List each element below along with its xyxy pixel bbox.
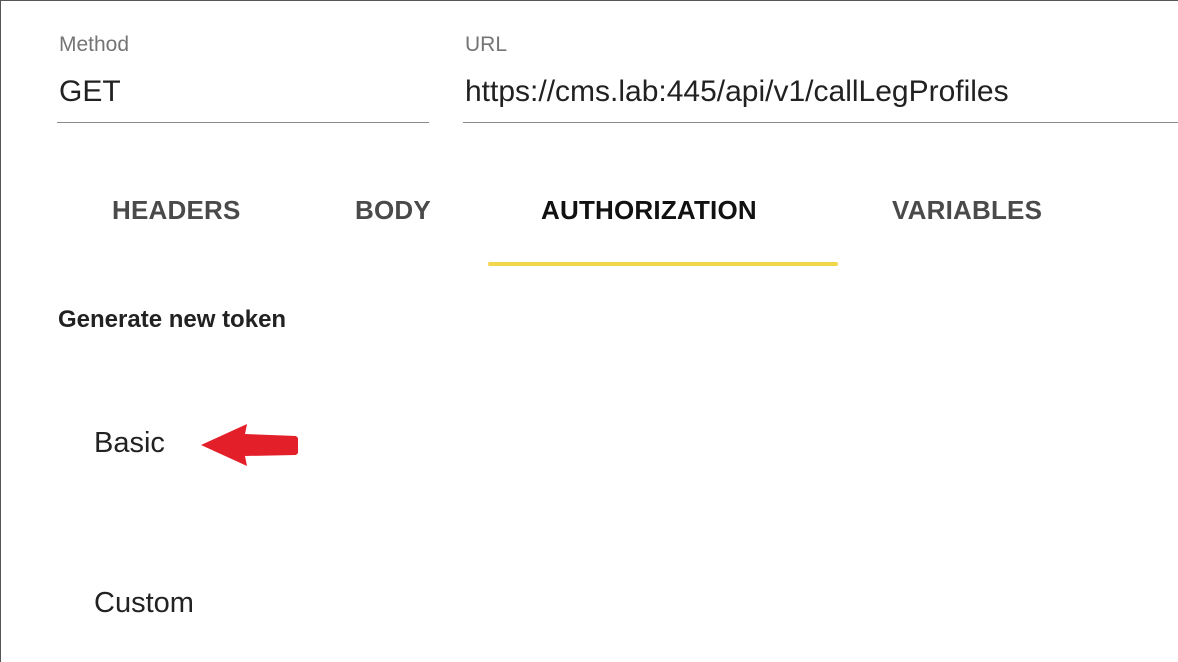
active-tab-indicator: [488, 262, 838, 266]
tab-body[interactable]: BODY: [355, 195, 431, 226]
url-field[interactable]: URL https://cms.lab:445/api/v1/callLegPr…: [463, 31, 1178, 123]
request-tabs: HEADERS BODY AUTHORIZATION VARIABLES: [1, 181, 1178, 271]
token-option-custom[interactable]: Custom: [94, 587, 194, 620]
arrow-shape: [201, 424, 298, 466]
method-value[interactable]: GET: [59, 75, 121, 109]
method-field[interactable]: Method GET: [57, 31, 429, 123]
token-option-basic[interactable]: Basic: [94, 427, 165, 460]
red-arrow-left-icon: [201, 424, 298, 466]
authorization-panel: Method GET URL https://cms.lab:445/api/v…: [0, 0, 1178, 662]
tab-authorization[interactable]: AUTHORIZATION: [541, 195, 757, 226]
method-label: Method: [59, 33, 130, 56]
url-input[interactable]: https://cms.lab:445/api/v1/callLegProfil…: [465, 75, 1009, 109]
url-label: URL: [465, 33, 508, 56]
tab-variables[interactable]: VARIABLES: [892, 195, 1042, 226]
section-title: Generate new token: [58, 306, 287, 333]
tab-headers[interactable]: HEADERS: [112, 195, 241, 226]
